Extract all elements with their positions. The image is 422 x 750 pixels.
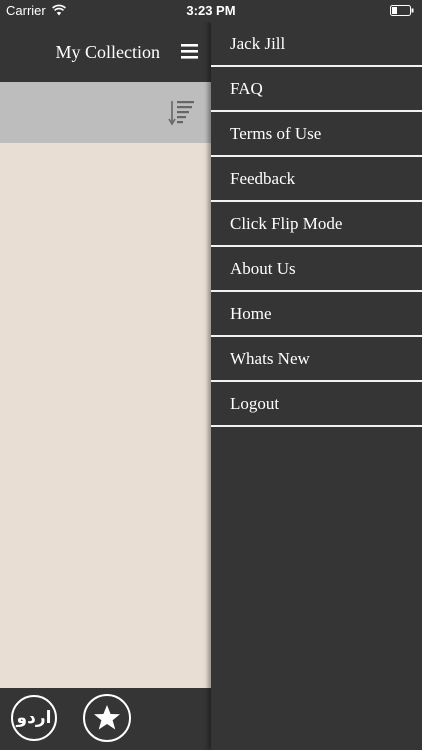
menu-item-label: About Us <box>230 259 296 278</box>
side-menu: Jack Jill FAQ Terms of Use Feedback Clic… <box>211 22 422 750</box>
page-title: My Collection <box>55 42 161 62</box>
menu-item-faq[interactable]: FAQ <box>211 67 422 112</box>
menu-item-label: Feedback <box>230 169 296 188</box>
collection-content <box>0 143 211 688</box>
favorites-button[interactable] <box>83 694 131 742</box>
menu-item-feedback[interactable]: Feedback <box>211 157 422 202</box>
sort-button[interactable] <box>167 98 197 128</box>
side-menu-list: Jack Jill FAQ Terms of Use Feedback Clic… <box>211 22 422 427</box>
sort-icon <box>168 101 194 126</box>
menu-item-label: Home <box>230 304 272 323</box>
app-screen: Carrier 3:23 PM My Collection اردو Jack … <box>0 0 422 750</box>
menu-item-label: Click Flip Mode <box>230 214 343 233</box>
menu-toggle-button[interactable] <box>178 42 202 62</box>
star-icon <box>94 705 120 730</box>
menu-item-label: Terms of Use <box>230 124 322 143</box>
menu-item-label: Jack Jill <box>230 34 286 53</box>
menu-item-label: Logout <box>230 394 280 413</box>
hamburger-icon <box>181 44 198 59</box>
main-pane: My Collection اردو <box>0 0 211 750</box>
toolbar <box>0 82 211 143</box>
urdu-label: اردو <box>16 708 52 728</box>
menu-item-home[interactable]: Home <box>211 292 422 337</box>
menu-item-label: FAQ <box>230 79 263 98</box>
menu-item-whats-new[interactable]: Whats New <box>211 337 422 382</box>
menu-item-label: Whats New <box>230 349 310 368</box>
menu-item-jack-jill[interactable]: Jack Jill <box>211 22 422 67</box>
menu-item-about-us[interactable]: About Us <box>211 247 422 292</box>
status-time: 3:23 PM <box>186 3 236 18</box>
nav-bar: My Collection <box>0 22 211 82</box>
urdu-language-button[interactable]: اردو <box>11 695 57 741</box>
battery-icon <box>390 5 414 16</box>
menu-item-terms-of-use[interactable]: Terms of Use <box>211 112 422 157</box>
menu-item-click-flip-mode[interactable]: Click Flip Mode <box>211 202 422 247</box>
tab-bar: اردو <box>0 688 211 750</box>
menu-item-logout[interactable]: Logout <box>211 382 422 427</box>
status-bar: Carrier 3:23 PM <box>0 0 422 22</box>
